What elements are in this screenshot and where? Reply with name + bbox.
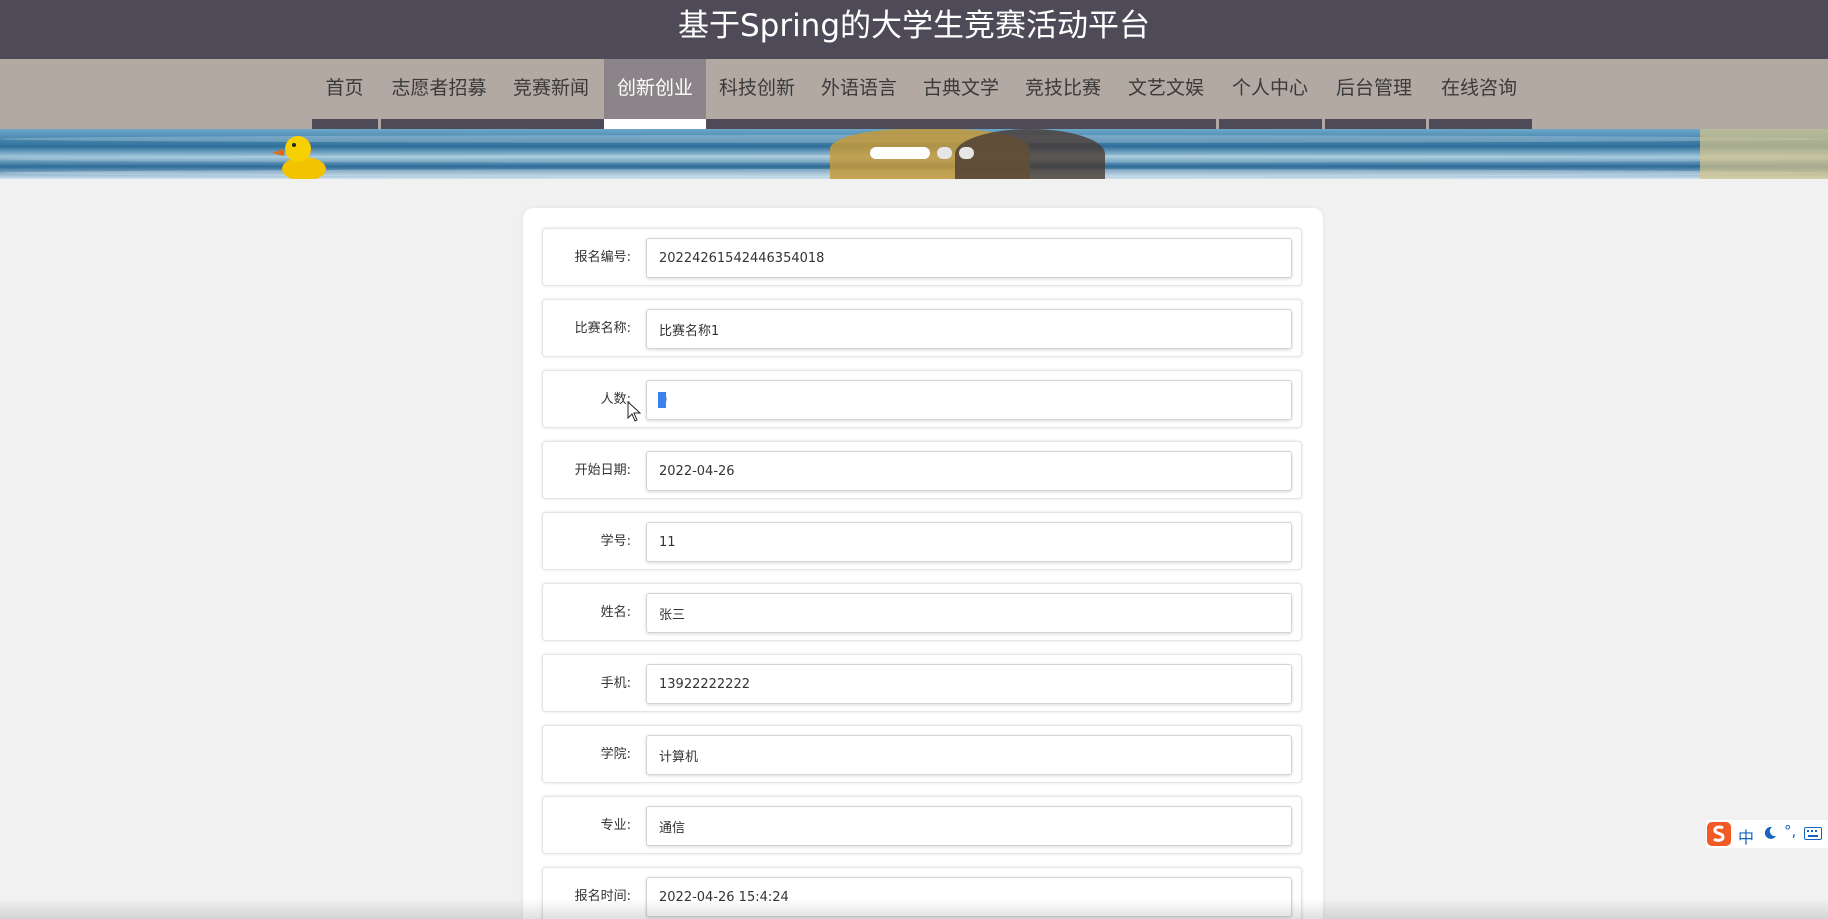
mouse-pointer-icon <box>627 401 642 422</box>
nav-divider <box>1426 119 1429 129</box>
ime-punctuation-label[interactable]: °, <box>1784 822 1796 840</box>
form-row-phone: 手机: <box>542 654 1302 712</box>
ime-mode-label[interactable]: 中 <box>1738 824 1754 848</box>
carousel-dot-3[interactable] <box>959 147 974 159</box>
field-label: 人数: <box>600 392 631 407</box>
field-label: 姓名: <box>600 605 631 620</box>
nav-underline-strip <box>312 119 1532 129</box>
nav-divider <box>1322 119 1325 129</box>
form-row-student-id: 学号: <box>542 512 1302 570</box>
major-input[interactable] <box>646 806 1292 846</box>
form-row-signup-no: 报名编号: <box>542 228 1302 286</box>
carousel-dots <box>870 147 980 159</box>
student-id-input[interactable] <box>646 522 1292 562</box>
field-label: 专业: <box>600 818 631 833</box>
moon-icon[interactable] <box>1762 825 1778 841</box>
ime-toolbar[interactable]: 中 °, <box>1706 820 1828 848</box>
college-input[interactable] <box>646 735 1292 775</box>
start-date-input[interactable] <box>646 451 1292 491</box>
rubber-duck-icon <box>272 136 326 179</box>
signup-detail-card: 报名编号: 比赛名称: 人数: 开始日期: 学号: 姓名: 手机: 学院: 专业… <box>523 208 1323 919</box>
signup-time-input[interactable] <box>646 877 1292 917</box>
form-row-start-date: 开始日期: <box>542 441 1302 499</box>
form-row-name: 姓名: <box>542 583 1302 641</box>
field-label: 开始日期: <box>574 463 631 478</box>
carousel-dot-2[interactable] <box>937 147 952 159</box>
competition-name-input[interactable] <box>646 309 1292 349</box>
nav-divider <box>378 119 381 129</box>
field-label: 比赛名称: <box>574 321 631 336</box>
field-label: 学号: <box>600 534 631 549</box>
signup-no-input[interactable] <box>646 238 1292 278</box>
site-title: 基于Spring的大学生竞赛活动平台 <box>677 8 1151 44</box>
form-row-college: 学院: <box>542 725 1302 783</box>
form-row-competition-name: 比赛名称: <box>542 299 1302 357</box>
field-label: 报名时间: <box>574 889 631 904</box>
name-input[interactable] <box>646 593 1292 633</box>
form-row-signup-time: 报名时间: <box>542 867 1302 919</box>
field-label: 学院: <box>600 747 631 762</box>
form-row-major: 专业: <box>542 796 1302 854</box>
nav-divider <box>1216 119 1219 129</box>
phone-input[interactable] <box>646 664 1292 704</box>
count-input[interactable] <box>646 380 1292 420</box>
field-label: 手机: <box>600 676 631 691</box>
top-header: 基于Spring的大学生竞赛活动平台 <box>0 0 1828 59</box>
sogou-logo-icon[interactable] <box>1706 820 1732 848</box>
carousel-dot-1[interactable] <box>870 147 930 159</box>
form-row-count: 人数: <box>542 370 1302 428</box>
nav-active-indicator <box>604 119 706 129</box>
keyboard-icon[interactable] <box>1804 827 1822 840</box>
banner-sunset <box>1700 129 1828 179</box>
field-label: 报名编号: <box>574 250 631 265</box>
